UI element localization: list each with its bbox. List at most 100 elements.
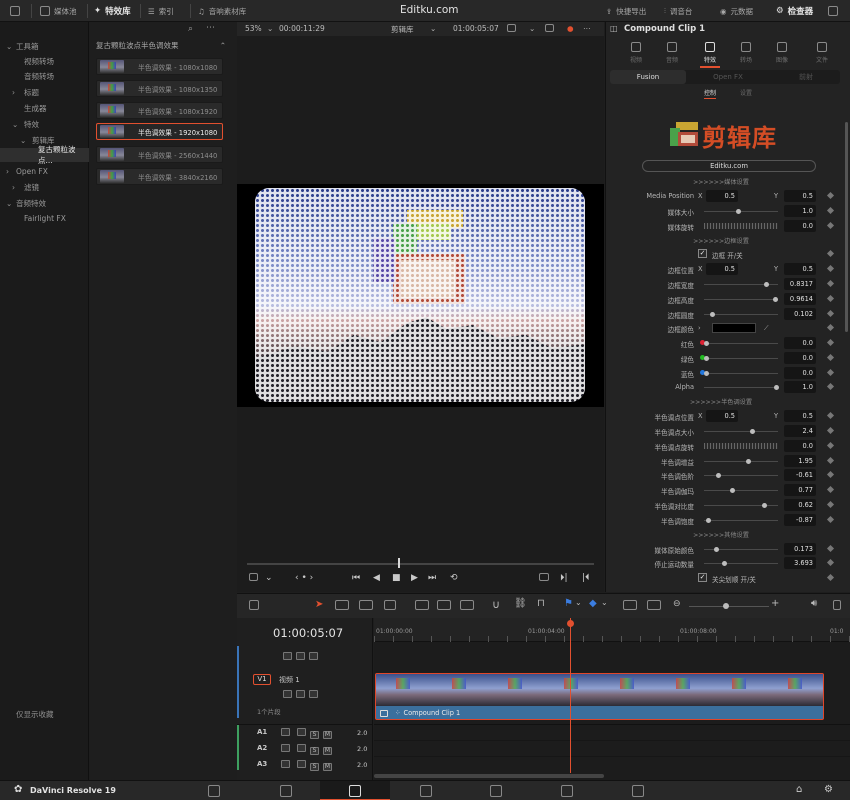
timeline-scrollbar[interactable]	[374, 774, 604, 778]
playhead-handle[interactable]	[567, 620, 574, 627]
halftone-rotation-input[interactable]: 0.0	[784, 440, 816, 452]
tab-audio[interactable]: 音频	[654, 40, 690, 66]
video-toggle-icon[interactable]	[297, 760, 306, 768]
track-v1-badge[interactable]: V1	[253, 674, 271, 685]
keyframe-icon[interactable]	[826, 441, 835, 450]
subtab-fusion[interactable]: Fusion	[610, 70, 686, 84]
mute-button[interactable]: M	[323, 747, 332, 755]
blue-slider[interactable]	[704, 371, 778, 376]
prev-clip-icon[interactable]: |⏴	[582, 573, 590, 583]
zoom-full-icon[interactable]	[623, 600, 637, 612]
video-toggle-icon[interactable]	[296, 652, 305, 660]
effect-item-selected[interactable]: 半色调效果 - 1920x1080	[96, 123, 223, 140]
keyframe-icon[interactable]	[826, 279, 835, 288]
halftone-position-y-input[interactable]: 0.5	[784, 410, 816, 422]
overlay-icon[interactable]	[545, 24, 554, 34]
audio-meter-icon[interactable]	[833, 600, 841, 612]
blue-input[interactable]: 0.0	[784, 367, 816, 379]
play-reverse-icon[interactable]: ◀	[373, 573, 380, 583]
crop-icon[interactable]	[249, 573, 258, 584]
play-icon[interactable]: ▶	[411, 573, 418, 583]
mute-video-icon[interactable]	[309, 690, 318, 698]
viewer-scrubber[interactable]	[247, 563, 594, 565]
keyframe-icon[interactable]	[826, 338, 835, 347]
skip-start-icon[interactable]: ⏮	[352, 573, 360, 583]
view-options-icon[interactable]	[507, 24, 516, 34]
halftone-gain-slider[interactable]	[704, 459, 778, 464]
lock-icon[interactable]	[281, 760, 294, 770]
overwrite-clip-icon[interactable]	[437, 600, 451, 612]
effect-item[interactable]: 半色调效果 - 3840x2160	[96, 168, 223, 185]
chevron-down-icon[interactable]: ⌄	[601, 598, 608, 607]
keyframe-icon[interactable]	[826, 368, 835, 377]
halftone-gamma-input[interactable]: 0.77	[784, 484, 816, 496]
tab-transition[interactable]: 转场	[728, 40, 764, 66]
keyframe-icon[interactable]	[826, 456, 835, 465]
zoom-detail-icon[interactable]	[647, 600, 661, 612]
expand-icon[interactable]	[828, 5, 838, 17]
stop-icon[interactable]: ■	[392, 573, 401, 583]
favorites-toggle[interactable]: 仅显示收藏	[16, 709, 54, 720]
lock-icon[interactable]	[283, 652, 292, 660]
inspector-toggle-icon[interactable]: ◫	[610, 24, 618, 33]
timeline-zoom-slider[interactable]	[689, 606, 769, 607]
page-cut-icon[interactable]	[280, 785, 292, 797]
subtab-openfx[interactable]: Open FX	[690, 70, 766, 84]
monitor-icon[interactable]	[10, 5, 20, 17]
settings-gear-icon[interactable]: ⚙	[824, 784, 833, 795]
media-position-x-input[interactable]: 0.5	[706, 190, 738, 202]
scrubber-handle[interactable]	[398, 558, 400, 568]
speaker-icon[interactable]: 🔊︎	[811, 598, 817, 609]
halftone-gamma-slider[interactable]	[704, 488, 778, 493]
chevron-right-icon[interactable]: ›	[698, 324, 701, 332]
border-color-swatch[interactable]	[712, 323, 756, 333]
insert-clip-icon[interactable]	[415, 600, 429, 612]
next-clip-icon[interactable]: ⏵|	[560, 573, 568, 583]
selection-tool-icon[interactable]: ➤	[315, 599, 323, 610]
keyframe-icon[interactable]	[826, 411, 835, 420]
page-deliver-icon[interactable]	[632, 785, 644, 797]
keyframe-icon[interactable]	[826, 221, 835, 230]
sidebar-item-retro-halftone[interactable]: 复古颗粒波点...	[0, 145, 89, 165]
lock-icon[interactable]	[281, 728, 294, 738]
halftone-gain-input[interactable]: 1.95	[784, 455, 816, 467]
compound-clip[interactable]: ⁘ Compound Clip 1	[375, 673, 824, 720]
page-media-icon[interactable]	[208, 785, 220, 797]
tab-effects[interactable]: 特效	[692, 40, 728, 68]
more-options-icon[interactable]: ⋯	[583, 24, 591, 33]
media-rotation-input[interactable]: 0.0	[784, 220, 816, 232]
tab-video[interactable]: 视频	[618, 40, 654, 66]
page-fusion-icon[interactable]	[420, 785, 432, 797]
keyframe-icon[interactable]	[826, 206, 835, 215]
zoom-select[interactable]: 53%	[245, 24, 262, 33]
trim-tool-icon[interactable]	[335, 600, 349, 612]
sidebar-item-openfx[interactable]: › Open FX	[0, 164, 89, 178]
chevron-down-icon[interactable]: ⌄	[267, 24, 273, 33]
keyframe-icon[interactable]	[826, 515, 835, 524]
sidebar-item-audio-fx[interactable]: ⌄ 音频特效	[0, 196, 89, 210]
keyframe-icon[interactable]	[826, 249, 835, 258]
link-icon[interactable]: ⛓	[514, 598, 527, 609]
chevron-down-icon[interactable]: ⌄	[529, 24, 535, 33]
border-width-input[interactable]: 0.8317	[784, 278, 816, 290]
effect-item[interactable]: 半色调效果 - 2560x1440	[96, 146, 223, 163]
halftone-contrast-input[interactable]: 0.62	[784, 499, 816, 511]
keyframe-icon[interactable]	[826, 264, 835, 273]
motion-amount-input[interactable]: 3.693	[784, 557, 816, 569]
border-toggle-checkbox[interactable]: ✓	[698, 249, 707, 258]
keyframe-icon[interactable]	[826, 573, 835, 582]
border-position-y-input[interactable]: 0.5	[784, 263, 816, 275]
halftone-lift-input[interactable]: -0.61	[784, 469, 816, 481]
green-slider[interactable]	[704, 356, 778, 361]
media-size-slider[interactable]	[704, 209, 778, 214]
blade-tool-icon[interactable]	[384, 600, 396, 612]
mute-button[interactable]: M	[323, 731, 332, 739]
mute-button[interactable]: M	[323, 763, 332, 771]
index-button[interactable]: ☰ 索引	[148, 5, 174, 17]
sidebar-item-audio-transitions[interactable]: 音频转场	[0, 69, 89, 83]
track-a1[interactable]: A1 SM 2.0	[257, 727, 367, 739]
page-color-icon[interactable]	[490, 785, 502, 797]
track-a3[interactable]: A3 SM 2.0	[257, 759, 367, 771]
halftone-position-x-input[interactable]: 0.5	[706, 410, 738, 422]
keyframe-icon[interactable]	[826, 191, 835, 200]
